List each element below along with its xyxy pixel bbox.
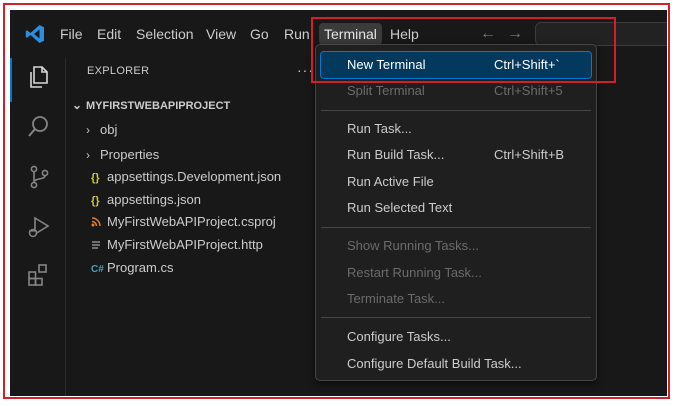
tree-item-properties[interactable]: › Properties (86, 144, 159, 166)
annotation-highlight-box (311, 17, 616, 83)
menu-item-run-selected-text[interactable]: Run Selected Text (321, 195, 591, 221)
chevron-right-icon: › (86, 123, 90, 137)
tree-item-label: appsettings.Development.json (107, 169, 282, 184)
tree-item-appsettings-development[interactable]: {} appsettings.Development.json (91, 166, 281, 188)
chevron-down-icon: ⌄ (72, 98, 83, 112)
menu-item-show-running-tasks: Show Running Tasks... (347, 238, 479, 253)
tree-item-label: Properties (100, 147, 160, 162)
menu-edit[interactable]: Edit (92, 23, 126, 45)
explorer-title: EXPLORER (87, 65, 150, 77)
tree-item-program-cs[interactable]: C# Program.cs (91, 257, 173, 279)
search-icon[interactable] (26, 114, 52, 140)
tree-item-label: appsettings.json (107, 192, 201, 207)
json-file-icon: {} (91, 172, 100, 184)
menu-file[interactable]: File (55, 23, 88, 45)
menu-item-configure-default-build-task[interactable]: Configure Default Build Task... (321, 351, 591, 377)
menu-item-run-active-file[interactable]: Run Active File (321, 169, 591, 195)
project-name: MYFIRSTWEBAPIPROJECT (86, 100, 231, 112)
extensions-icon[interactable] (26, 262, 52, 288)
menu-go[interactable]: Go (245, 23, 274, 45)
rss-file-icon (91, 212, 107, 234)
tree-item-label: MyFirstWebAPIProject.http (107, 237, 263, 252)
run-debug-icon[interactable] (26, 214, 52, 240)
menu-item-run-build-task[interactable]: Run Build Task... Ctrl+Shift+B (321, 142, 591, 168)
text-file-icon (91, 235, 107, 257)
vscode-logo-icon (25, 25, 44, 43)
menu-run[interactable]: Run (279, 23, 315, 45)
tree-item-label: Program.cs (107, 260, 174, 275)
menu-separator (321, 110, 591, 111)
menu-item-configure-tasks[interactable]: Configure Tasks... (321, 324, 591, 350)
tree-item-appsettings[interactable]: {} appsettings.json (91, 189, 201, 211)
menu-selection[interactable]: Selection (131, 23, 199, 45)
menu-separator (321, 227, 591, 228)
project-folder-header[interactable]: ⌄ MYFIRSTWEBAPIPROJECT (72, 95, 230, 115)
tree-item-csproj[interactable]: MyFirstWebAPIProject.csproj (91, 211, 276, 233)
active-view-indicator (10, 58, 12, 102)
csharp-file-icon: C# (91, 264, 104, 275)
json-file-icon: {} (91, 195, 100, 207)
explorer-sidebar: EXPLORER ··· ⌄ MYFIRSTWEBAPIPROJECT › obj … (66, 58, 316, 396)
tree-item-obj[interactable]: › obj (86, 119, 117, 141)
tree-item-label: obj (100, 122, 118, 137)
terminal-menu-dropdown: New Terminal Ctrl+Shift+` Split Terminal C… (315, 44, 597, 381)
tree-item-label: MyFirstWebAPIProject.csproj (107, 214, 276, 229)
menu-view[interactable]: View (201, 23, 241, 45)
activity-bar (10, 58, 66, 396)
menu-item-run-task[interactable]: Run Task... (321, 116, 591, 142)
menu-separator (321, 317, 591, 318)
chevron-right-icon: › (86, 148, 90, 162)
source-control-icon[interactable] (26, 164, 52, 190)
menu-item-terminate-task: Terminate Task... (347, 291, 446, 306)
menu-item-restart-running-task: Restart Running Task... (347, 265, 482, 280)
tree-item-http[interactable]: MyFirstWebAPIProject.http (91, 234, 263, 256)
explorer-files-icon[interactable] (26, 64, 52, 90)
